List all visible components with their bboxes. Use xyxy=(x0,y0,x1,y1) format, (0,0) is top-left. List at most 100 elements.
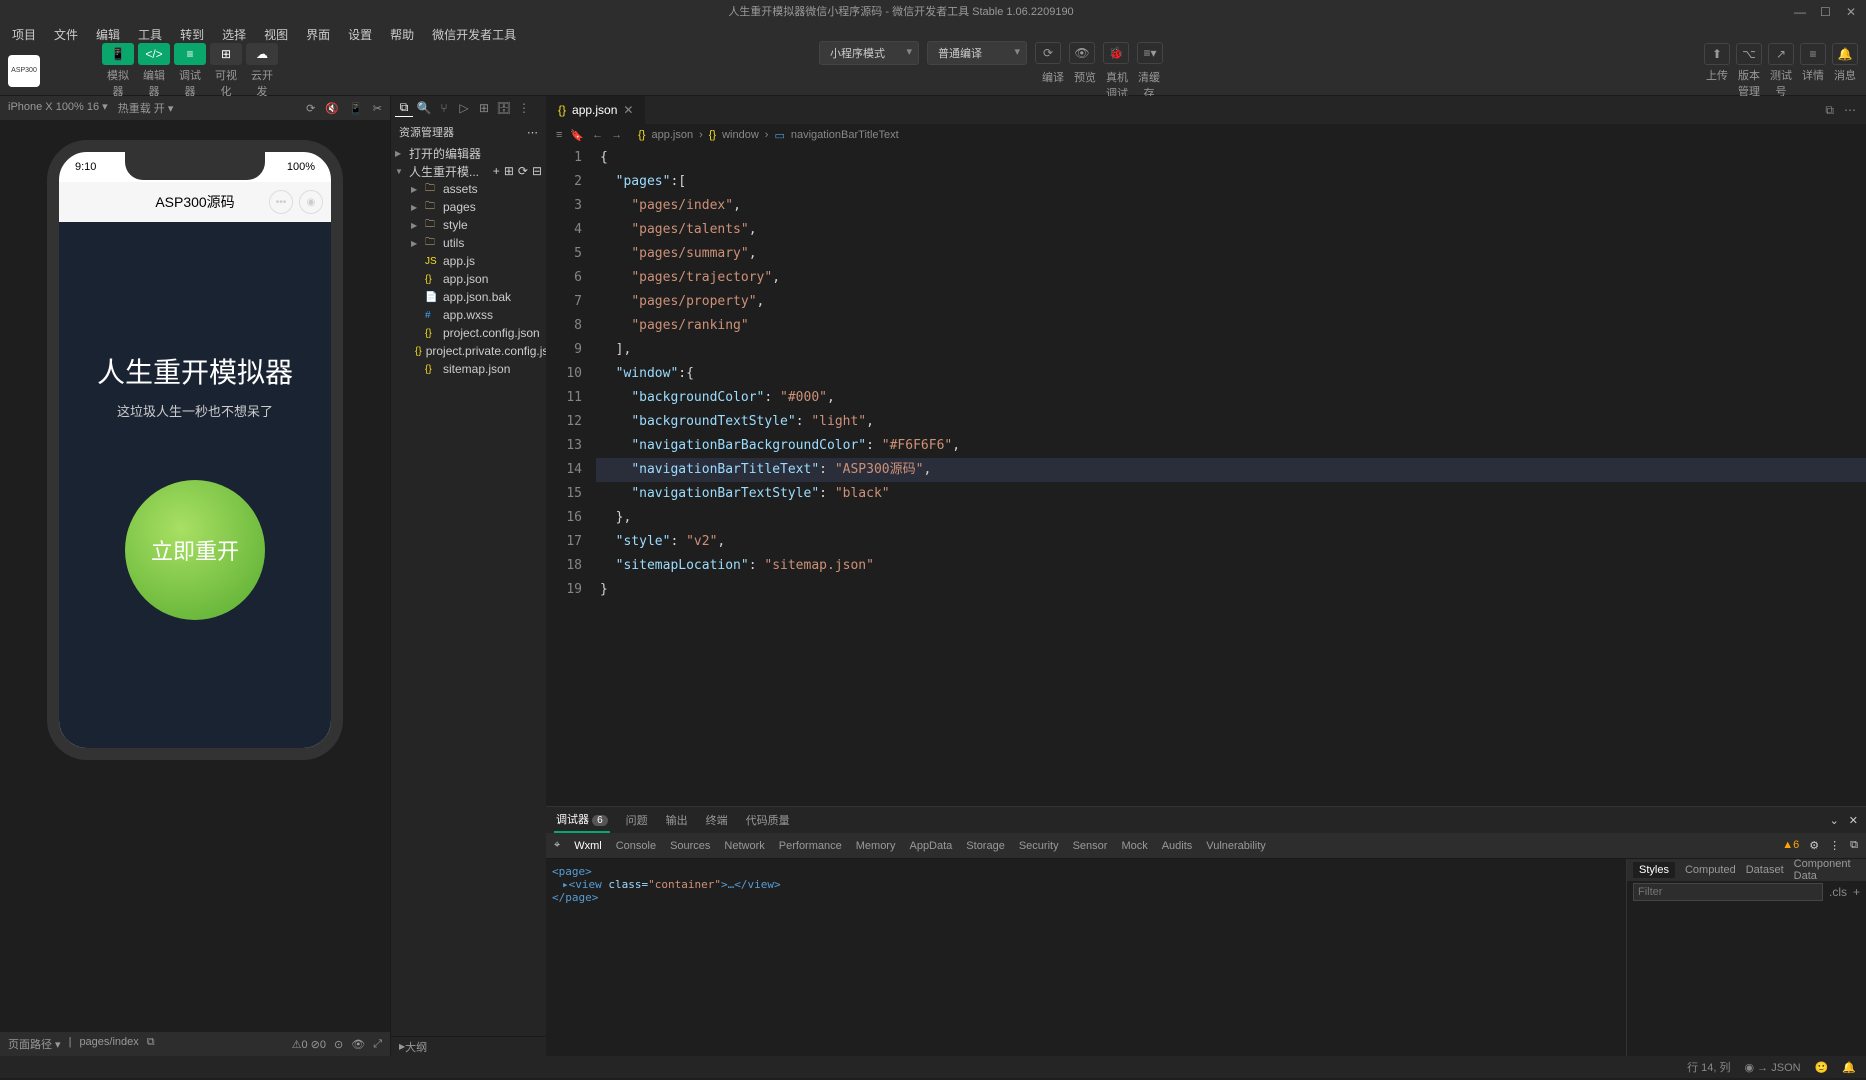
more-icon[interactable]: ⋮ xyxy=(1829,839,1840,852)
more-icon[interactable]: ⋯ xyxy=(1844,103,1856,118)
devtab[interactable]: AppData xyxy=(909,840,952,852)
tree-item[interactable]: {}app.json xyxy=(391,270,546,288)
chevron-up-icon[interactable]: ⌄ xyxy=(1830,814,1839,827)
close-icon[interactable]: ✕ xyxy=(1849,814,1858,827)
preview-button[interactable]: 👁 xyxy=(1069,42,1095,64)
devtab[interactable]: Security xyxy=(1019,840,1059,852)
tree-item[interactable]: JSapp.js xyxy=(391,252,546,270)
menu-工具[interactable]: 工具 xyxy=(130,24,170,45)
menu-转到[interactable]: 转到 xyxy=(172,24,212,45)
split-icon[interactable]: ⧉ xyxy=(1825,103,1834,118)
eye-icon[interactable]: 👁 xyxy=(351,1038,365,1051)
maximize-icon[interactable]: ☐ xyxy=(1820,5,1832,17)
filter-input[interactable] xyxy=(1633,883,1823,901)
open-editors-section[interactable]: ▶打开的编辑器 xyxy=(391,144,546,162)
devtab[interactable]: Storage xyxy=(966,840,1005,852)
devtab[interactable]: Sources xyxy=(670,840,710,852)
outline-section[interactable]: ▶ 大纲 xyxy=(391,1036,546,1056)
tree-item[interactable]: {}sitemap.json xyxy=(391,360,546,378)
devtab[interactable]: Wxml xyxy=(574,840,602,852)
search-icon[interactable]: 🔍 xyxy=(415,99,433,117)
add-icon[interactable]: + xyxy=(1853,885,1860,899)
feedback-icon[interactable]: 🙂 xyxy=(1815,1061,1829,1074)
tree-item[interactable]: ▶🗀pages xyxy=(391,198,546,216)
menu-文件[interactable]: 文件 xyxy=(46,24,86,45)
compile-button[interactable]: ⟳ xyxy=(1035,42,1061,64)
menu-编辑[interactable]: 编辑 xyxy=(88,24,128,45)
refresh-icon[interactable]: ⟳ xyxy=(518,164,528,178)
project-root[interactable]: ▼人生重开模... + ⊞ ⟳ ⊟ xyxy=(391,162,546,180)
new-folder-icon[interactable]: ⊞ xyxy=(504,164,514,178)
debug-tab[interactable]: 代码质量 xyxy=(744,808,792,832)
sound-icon[interactable]: 🔇 xyxy=(325,102,339,115)
copy-icon[interactable]: ⧉ xyxy=(147,1036,155,1052)
devtab[interactable]: Mock xyxy=(1121,840,1147,852)
menu-项目[interactable]: 项目 xyxy=(4,24,44,45)
device-selector[interactable]: iPhone X 100% 16 ▾ xyxy=(8,100,108,116)
simulator-toggle[interactable]: 📱 xyxy=(102,43,134,65)
target-icon[interactable]: ◉ xyxy=(299,190,323,214)
clear-cache-button[interactable]: ≡▾ xyxy=(1137,42,1163,64)
forward-icon[interactable]: → xyxy=(611,129,622,142)
phone-simulator[interactable]: 9:10 100% ASP300源码 ••• ◉ 人生重开模拟器 这垃圾人生一秒… xyxy=(47,140,343,760)
project-logo[interactable]: ASP300 xyxy=(8,55,40,87)
menu-icon[interactable]: ••• xyxy=(269,190,293,214)
tab-app-json[interactable]: {} app.json ✕ xyxy=(546,96,646,124)
inspect-icon[interactable]: ⌖ xyxy=(554,839,560,852)
devtab[interactable]: Vulnerability xyxy=(1206,840,1266,852)
tree-item[interactable]: ▶🗀style xyxy=(391,216,546,234)
dock-icon[interactable]: ⧉ xyxy=(1850,839,1858,852)
more-icon[interactable]: ⋮ xyxy=(515,99,533,117)
debug-icon[interactable]: ▷ xyxy=(455,99,473,117)
devtab[interactable]: Sensor xyxy=(1073,840,1108,852)
devtab[interactable]: Network xyxy=(724,840,764,852)
new-file-icon[interactable]: + xyxy=(493,164,500,178)
tree-item[interactable]: {}project.config.json xyxy=(391,324,546,342)
detail-button[interactable]: ≡ xyxy=(1800,43,1826,65)
bell-icon[interactable]: 🔔 xyxy=(1842,1061,1856,1074)
cut-icon[interactable]: ✂ xyxy=(373,102,382,115)
extensions-icon[interactable]: ⊞ xyxy=(475,99,493,117)
visual-toggle[interactable]: ⊞ xyxy=(210,43,242,65)
locate-icon[interactable]: ⊙ xyxy=(334,1038,343,1051)
version-button[interactable]: ⌥ xyxy=(1736,43,1762,65)
devtab[interactable]: Memory xyxy=(856,840,896,852)
tree-item[interactable]: ▶🗀assets xyxy=(391,180,546,198)
minimize-icon[interactable]: — xyxy=(1794,5,1806,17)
page-path-label[interactable]: 页面路径 ▾ xyxy=(8,1036,61,1052)
msg-button[interactable]: 🔔 xyxy=(1832,43,1858,65)
mode-dropdown[interactable]: 小程序模式 xyxy=(819,41,919,65)
wxml-tree[interactable]: <page> ▸<view class="container">…</view>… xyxy=(546,859,1626,1056)
tree-item[interactable]: ▶🗀utils xyxy=(391,234,546,252)
devtab[interactable]: Performance xyxy=(779,840,842,852)
refresh-icon[interactable]: ⟳ xyxy=(306,102,315,115)
db-icon[interactable]: 🗄 xyxy=(495,99,513,117)
start-button[interactable]: 立即重开 xyxy=(125,480,265,620)
tree-item[interactable]: {}project.private.config.js... xyxy=(391,342,546,360)
code-editor[interactable]: 12345678910111213141516171819 { "pages":… xyxy=(546,146,1866,806)
hot-reload[interactable]: 热重载 开 ▾ xyxy=(118,100,174,116)
tree-item[interactable]: 📄app.json.bak xyxy=(391,288,546,306)
upload-button[interactable]: ⬆ xyxy=(1704,43,1730,65)
list-icon[interactable]: ≡ xyxy=(556,129,562,142)
page-path[interactable]: pages/index xyxy=(79,1036,138,1052)
expand-icon[interactable]: ⤢ xyxy=(373,1038,382,1051)
debug-tab[interactable]: 终端 xyxy=(704,808,730,832)
rotate-icon[interactable]: 📱 xyxy=(349,102,363,115)
back-icon[interactable]: ← xyxy=(592,129,603,142)
git-icon[interactable]: ⑂ xyxy=(435,99,453,117)
debug-tab[interactable]: 输出 xyxy=(664,808,690,832)
more-icon[interactable]: ⋯ xyxy=(527,126,538,139)
warn-count[interactable]: ⚠0 ⊘0 xyxy=(292,1038,326,1051)
collapse-icon[interactable]: ⊟ xyxy=(532,164,542,178)
menu-选择[interactable]: 选择 xyxy=(214,24,254,45)
close-icon[interactable]: ✕ xyxy=(1846,5,1858,17)
debug-tab[interactable]: 问题 xyxy=(624,808,650,832)
cloud-toggle[interactable]: ☁ xyxy=(246,43,278,65)
test-id-button[interactable]: ↗ xyxy=(1768,43,1794,65)
devtab[interactable]: Console xyxy=(616,840,656,852)
debug-tab[interactable]: 调试器 6 xyxy=(554,807,610,833)
bookmark-icon[interactable]: 🔖 xyxy=(570,129,584,142)
files-icon[interactable]: ⧉ xyxy=(395,99,413,117)
close-icon[interactable]: ✕ xyxy=(623,103,633,117)
